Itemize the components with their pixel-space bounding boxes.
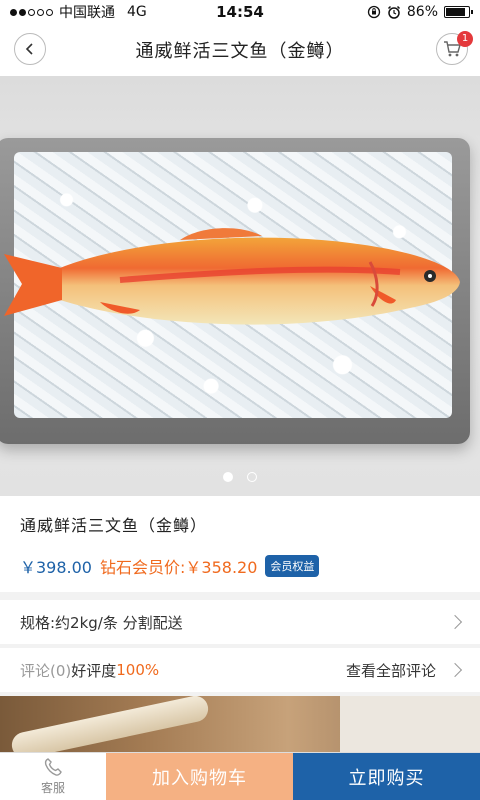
product-info: 通威鲜活三文鱼（金鳟） ￥398.00 钻石会员价: ￥358.20 会员权益 — [0, 496, 480, 592]
review-count: 评论(0) — [20, 661, 72, 680]
carousel-dots — [0, 472, 480, 482]
network-label: 4G — [127, 4, 147, 20]
buy-now-button[interactable]: 立即购买 — [293, 753, 480, 800]
status-left: 中国联通 4G — [10, 2, 367, 22]
price: ￥398.00 — [20, 558, 92, 577]
carrier-label: 中国联通 — [59, 5, 115, 21]
status-bar: 中国联通 4G 14:54 86% — [0, 0, 480, 24]
vip-price: ￥358.20 — [185, 558, 258, 577]
product-image-carousel[interactable] — [0, 76, 480, 496]
member-benefits-tag[interactable]: 会员权益 — [265, 555, 320, 577]
phone-icon — [44, 758, 62, 776]
price-row: ￥398.00 钻石会员价: ￥358.20 会员权益 — [20, 554, 460, 578]
review-row[interactable]: 评论(0) 好评度 100% 查看全部评论 — [0, 648, 480, 692]
customer-service-button[interactable]: 客服 — [0, 753, 106, 800]
vip-price-label: 钻石会员价: — [100, 558, 186, 577]
review-rate-label: 好评度 — [71, 661, 117, 680]
product-name: 通威鲜活三文鱼（金鳟） — [20, 516, 208, 535]
service-label: 客服 — [40, 781, 65, 795]
bottom-action-bar: 客服 加入购物车 立即购买 — [0, 752, 480, 800]
detail-image — [0, 696, 480, 752]
spec-label: 规格:约2kg/条 分割配送 — [20, 613, 183, 632]
chevron-right-icon — [447, 662, 463, 678]
spec-row[interactable]: 规格:约2kg/条 分割配送 — [0, 600, 480, 644]
orientation-lock-icon — [367, 5, 381, 19]
battery-percent: 86% — [406, 4, 438, 20]
cart-button[interactable]: 1 — [436, 31, 473, 65]
review-rate-value: 100% — [116, 661, 160, 679]
nav-bar: 通威鲜活三文鱼（金鳟） 1 — [0, 24, 480, 76]
back-button[interactable] — [14, 33, 46, 65]
chevron-left-icon — [25, 43, 33, 55]
add-to-cart-button[interactable]: 加入购物车 — [106, 753, 293, 800]
carousel-dot[interactable] — [247, 472, 257, 482]
chevron-right-icon — [447, 614, 463, 630]
battery-icon — [444, 6, 473, 18]
alarm-icon — [387, 5, 400, 19]
view-all-reviews-link[interactable]: 查看全部评论 — [346, 660, 436, 681]
page-title: 通威鲜活三文鱼（金鳟） — [135, 41, 345, 62]
vegetable-image — [9, 696, 211, 752]
cart-badge: 1 — [457, 31, 473, 47]
carousel-dot[interactable] — [223, 472, 233, 482]
cloth-image — [340, 696, 480, 752]
fish-image — [4, 228, 460, 325]
status-right: 86% — [367, 4, 473, 20]
signal-icon — [10, 8, 53, 16]
